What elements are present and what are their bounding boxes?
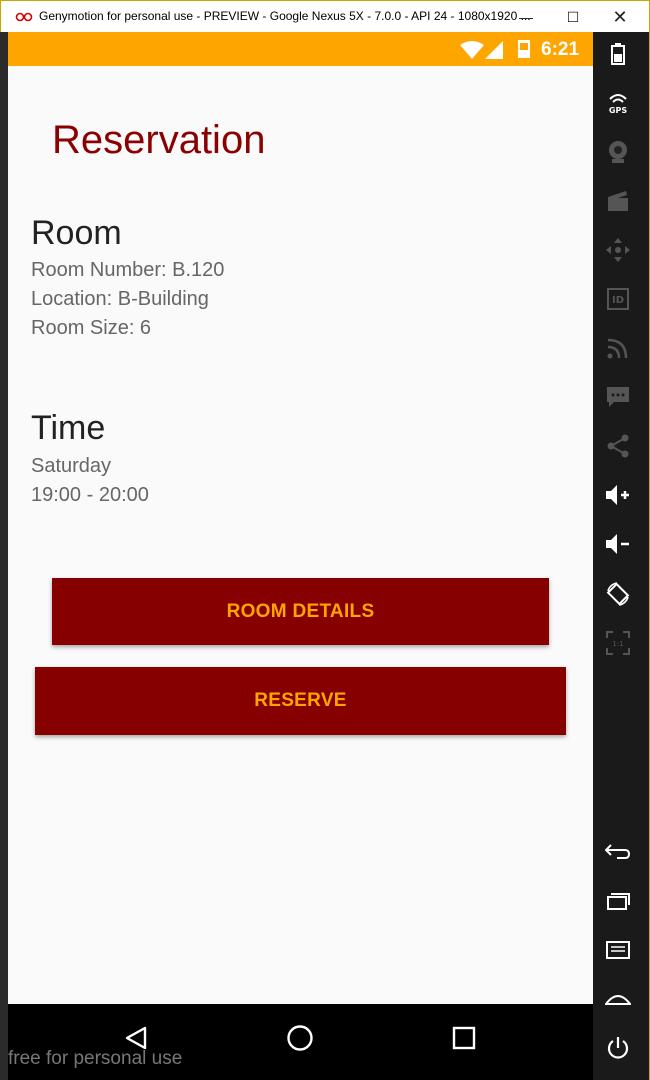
watermark-text: free for personal use (8, 1048, 183, 1069)
room-location: Location: B-Building (31, 288, 209, 310)
power-icon[interactable] (601, 1031, 635, 1065)
webcam-icon[interactable] (601, 135, 635, 169)
gps-icon[interactable]: GPS (601, 86, 635, 120)
pixel-perfect-icon[interactable]: 1:1 (601, 626, 635, 660)
wifi-icon (460, 41, 484, 59)
device-screen: 6:21 Reservation Room Room Number: B.120… (8, 32, 593, 1004)
sms-icon[interactable] (601, 380, 635, 414)
status-time: 6:21 (541, 39, 580, 60)
capture-icon[interactable] (601, 184, 635, 218)
svg-text:ID: ID (612, 295, 624, 306)
battery-icon (518, 40, 530, 58)
room-size: Room Size: 6 (31, 317, 152, 339)
menu-icon[interactable] (601, 933, 635, 967)
window-title: Genymotion for personal use - PREVIEW - … (39, 9, 531, 23)
background-ide-strip (0, 32, 8, 1080)
identifiers-icon[interactable]: ID (601, 282, 635, 316)
room-details-button[interactable]: ROOM DETAILS (52, 578, 549, 645)
rotate-icon[interactable] (601, 577, 635, 611)
network-icon[interactable] (601, 331, 635, 365)
time-heading: Time (31, 409, 106, 447)
svg-text:1:1: 1:1 (612, 640, 623, 648)
time-slot: 19:00 - 20:00 (31, 484, 149, 506)
recent-apps-icon[interactable] (601, 884, 635, 918)
close-button[interactable]: ✕ (605, 5, 635, 29)
volume-up-icon[interactable] (601, 478, 635, 512)
svg-text:GPS: GPS (609, 106, 627, 115)
window-titlebar: Genymotion for personal use - PREVIEW - … (0, 0, 650, 32)
status-bar: 6:21 (8, 32, 593, 66)
volume-down-icon[interactable] (601, 527, 635, 561)
reserve-button[interactable]: RESERVE (35, 667, 566, 735)
room-heading: Room (31, 214, 122, 252)
nav-recent-apps-icon[interactable] (444, 1020, 484, 1056)
share-icon[interactable] (601, 429, 635, 463)
time-day: Saturday (31, 455, 112, 477)
nav-home-icon[interactable] (280, 1020, 320, 1056)
dpad-icon[interactable] (601, 233, 635, 267)
genymotion-logo-icon (15, 12, 33, 22)
home-icon[interactable] (601, 982, 635, 1016)
page-title: Reservation (52, 118, 266, 162)
emulator-toolbar: GPS ID 1:1 (593, 32, 650, 1080)
signal-icon (485, 41, 503, 59)
battery-widget-icon[interactable] (601, 37, 635, 71)
back-icon[interactable] (601, 835, 635, 869)
minimize-button[interactable]: — (511, 5, 541, 29)
room-number: Room Number: B.120 (31, 259, 225, 281)
maximize-button[interactable]: ☐ (558, 5, 588, 29)
